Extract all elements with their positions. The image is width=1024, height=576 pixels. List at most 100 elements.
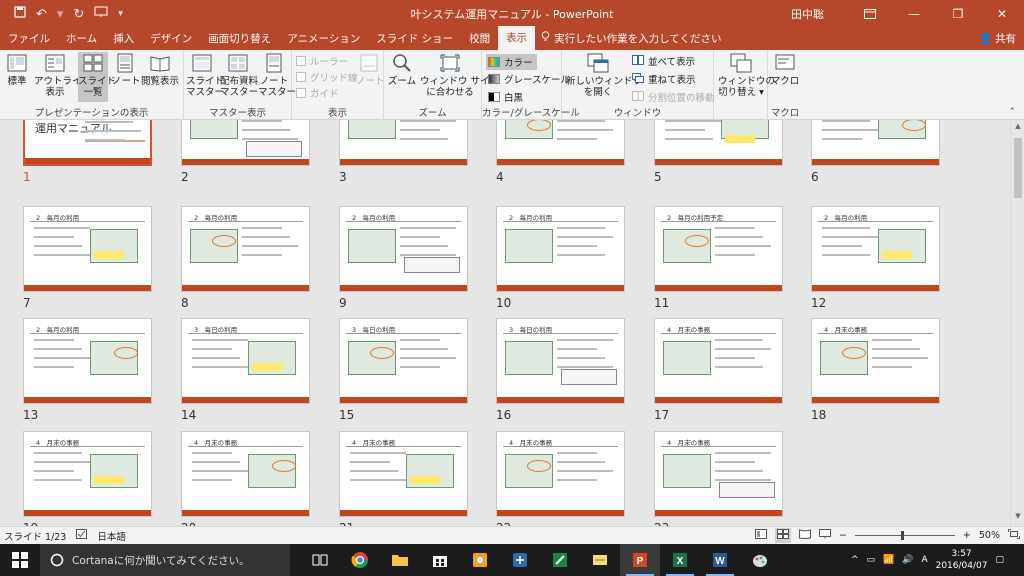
tab-view[interactable]: 表示: [498, 26, 536, 50]
tab-slideshow[interactable]: スライド ショー: [368, 28, 461, 50]
notes-master-button[interactable]: ノート マスター: [258, 52, 296, 98]
task-view-button[interactable]: [300, 544, 340, 576]
slide-thumbnail[interactable]: 3 毎日の利用: [496, 318, 625, 404]
slide-thumbnail[interactable]: 4 月末の事務: [654, 431, 783, 517]
start-slideshow-icon[interactable]: [94, 6, 108, 22]
tab-file[interactable]: ファイル: [0, 28, 58, 50]
zoom-slider-knob[interactable]: [900, 531, 904, 540]
fit-slide-icon[interactable]: [1008, 529, 1020, 542]
ime-indicator[interactable]: A: [921, 555, 927, 565]
scroll-down-icon[interactable]: ▼: [1011, 512, 1024, 524]
clock[interactable]: 3:57 2016/04/07: [936, 548, 988, 572]
zoom-button[interactable]: ズーム: [386, 52, 418, 87]
slide-thumbnail[interactable]: 4 月末の事務: [23, 431, 152, 517]
taskbar-paint[interactable]: [740, 544, 780, 576]
zoom-slider[interactable]: [854, 531, 955, 540]
taskbar-app-blue[interactable]: [500, 544, 540, 576]
slide-thumbnail[interactable]: [654, 120, 783, 166]
tab-insert[interactable]: 挿入: [105, 28, 142, 50]
ribbon-display-icon[interactable]: [848, 0, 892, 28]
volume-icon[interactable]: 🔊: [902, 555, 913, 565]
taskbar-app-green[interactable]: [540, 544, 580, 576]
color-button[interactable]: カラー: [486, 54, 537, 70]
slide-thumbnail[interactable]: 2 毎月の利用: [23, 318, 152, 404]
slide-thumbnail[interactable]: [181, 120, 310, 166]
notification-icon[interactable]: ▢: [995, 555, 1004, 565]
cascade-button[interactable]: 重ねて表示: [632, 72, 696, 86]
taskbar-app-orange[interactable]: [460, 544, 500, 576]
slide-thumbnail[interactable]: 2 毎月の利用: [23, 206, 152, 292]
tab-review[interactable]: 校閲: [461, 28, 498, 50]
taskbar-app-yellow[interactable]: [580, 544, 620, 576]
slide-thumbnail[interactable]: 4 月末の事務: [339, 431, 468, 517]
slide-thumbnail[interactable]: 2 毎月の利用: [339, 206, 468, 292]
zoom-in-icon[interactable]: +: [963, 530, 971, 541]
tell-me-box[interactable]: 実行したい作業を入力してください: [535, 28, 722, 50]
spellcheck-icon[interactable]: [76, 529, 88, 542]
move-split-button[interactable]: 分割位置の移動: [632, 90, 715, 104]
slide-thumbnail[interactable]: [339, 120, 468, 166]
slide-thumbnail[interactable]: 2 毎月の利用予定: [654, 206, 783, 292]
zoom-level[interactable]: 50%: [979, 530, 1000, 541]
restore-icon[interactable]: ❐: [936, 0, 980, 28]
slide-thumbnail[interactable]: 4 月末の事務: [654, 318, 783, 404]
slide-thumbnail[interactable]: 2 毎月の利用: [496, 206, 625, 292]
slide-master-button[interactable]: スライド マスター: [186, 52, 224, 98]
tab-home[interactable]: ホーム: [58, 28, 105, 50]
tab-animations[interactable]: アニメーション: [279, 28, 368, 50]
tab-transitions[interactable]: 画面切り替え: [200, 28, 279, 50]
scroll-up-icon[interactable]: ▲: [1011, 122, 1024, 134]
language-indicator[interactable]: 日本語: [97, 529, 126, 543]
slide-thumbnail[interactable]: 4 月末の事務: [496, 431, 625, 517]
battery-icon[interactable]: ▭: [866, 555, 875, 565]
reading-view-button[interactable]: 閲覧表示: [140, 52, 180, 87]
tray-chevron-icon[interactable]: ^: [851, 555, 859, 565]
slide-sorter-status-icon[interactable]: [774, 528, 791, 543]
taskbar-word[interactable]: W: [700, 544, 740, 576]
slideshow-status-icon[interactable]: [818, 529, 831, 542]
guides-checkbox[interactable]: ガイド: [296, 86, 339, 100]
slide-thumbnail[interactable]: 3 毎日の利用: [181, 318, 310, 404]
minimize-icon[interactable]: —: [892, 0, 936, 28]
grayscale-button[interactable]: グレースケール: [488, 72, 570, 86]
notes-page-button[interactable]: ノート: [112, 52, 141, 87]
vertical-scrollbar[interactable]: ▲ ▼: [1010, 120, 1024, 526]
slide-thumbnail[interactable]: 運用マニュアル: [23, 120, 152, 166]
fit-to-window-button[interactable]: ウィンドウ サイズ に合わせる: [420, 52, 499, 98]
reading-view-status-icon[interactable]: [798, 529, 811, 542]
black-white-button[interactable]: 白黒: [488, 90, 523, 104]
taskbar-excel[interactable]: X: [660, 544, 700, 576]
close-icon[interactable]: ✕: [980, 0, 1024, 28]
taskbar-powerpoint[interactable]: P: [620, 544, 660, 576]
undo-icon[interactable]: ↶: [36, 7, 47, 22]
user-name[interactable]: 田中聡: [791, 6, 824, 22]
normal-view-button[interactable]: 標準: [4, 52, 30, 87]
slide-sorter-button[interactable]: スライド 一覧: [78, 52, 116, 102]
repeat-icon[interactable]: ↻: [73, 7, 84, 22]
arrange-all-button[interactable]: 並べて表示: [632, 54, 695, 68]
switch-window-button[interactable]: ウィンドウの 切り替え ▾: [718, 52, 775, 98]
network-icon[interactable]: 📶: [883, 555, 894, 565]
slide-thumbnail[interactable]: 2 毎月の利用: [181, 206, 310, 292]
taskbar-chrome[interactable]: [340, 544, 380, 576]
slide-thumbnail[interactable]: 4 月末の事務: [811, 318, 940, 404]
slide-thumbnail[interactable]: 2 毎月の利用: [811, 206, 940, 292]
cortana-search[interactable]: Cortanaに何か聞いてみてください。: [40, 544, 290, 576]
start-button[interactable]: [0, 544, 40, 576]
slide-thumbnail[interactable]: [811, 120, 940, 166]
scroll-thumb[interactable]: [1014, 138, 1022, 198]
save-icon[interactable]: [14, 6, 26, 22]
customize-qat-icon[interactable]: ▾: [118, 9, 123, 19]
slide-thumbnail[interactable]: 4 月末の事務: [181, 431, 310, 517]
outline-view-button[interactable]: アウトライン 表示: [34, 52, 91, 98]
gridlines-checkbox[interactable]: グリッド線: [296, 70, 358, 84]
normal-view-status-icon[interactable]: [754, 529, 767, 542]
redo-icon[interactable]: ▾: [57, 7, 64, 22]
slide-thumbnail[interactable]: 3 毎日の利用: [339, 318, 468, 404]
collapse-ribbon-icon[interactable]: ⌃: [1008, 107, 1016, 117]
tab-design[interactable]: デザイン: [142, 28, 200, 50]
slide-thumbnail[interactable]: [496, 120, 625, 166]
taskbar-file-explorer[interactable]: [380, 544, 420, 576]
new-window-button[interactable]: 新しいウィンドウ を開く: [566, 52, 642, 98]
share-button[interactable]: 👤 共有: [979, 28, 1016, 50]
